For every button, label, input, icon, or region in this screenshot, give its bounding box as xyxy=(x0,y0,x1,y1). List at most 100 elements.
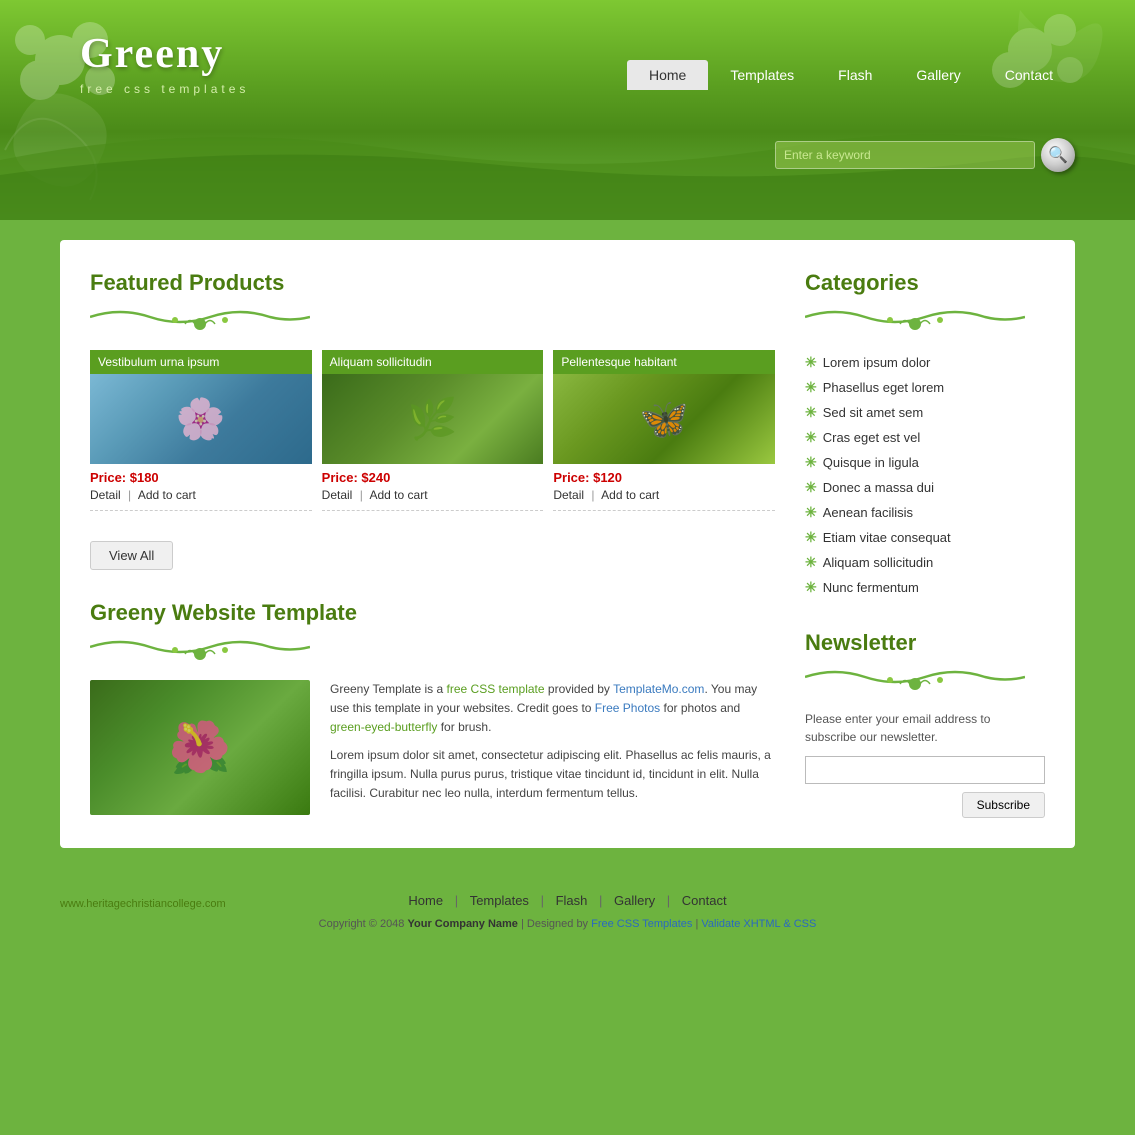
about-text: Greeny Template is a free CSS template p… xyxy=(330,680,775,815)
nav-home[interactable]: Home xyxy=(627,60,708,90)
category-item: ✳Sed sit amet sem xyxy=(805,400,1045,425)
logo-area: Greeny free css templates xyxy=(80,30,249,96)
right-column: Categories ✳Lorem ipsum dolor ✳Phasellus… xyxy=(805,270,1045,818)
featured-divider xyxy=(90,302,310,332)
category-item: ✳Nunc fermentum xyxy=(805,575,1045,600)
cat-star-icon: ✳ xyxy=(805,529,817,546)
cat-star-icon: ✳ xyxy=(805,429,817,446)
subscribe-button[interactable]: Subscribe xyxy=(962,792,1045,818)
cat-star-icon: ✳ xyxy=(805,379,817,396)
main-wrapper: Featured Products Vestibulum urna ipsu xyxy=(0,220,1135,878)
nav-gallery[interactable]: Gallery xyxy=(894,61,982,89)
product-detail-1[interactable]: Detail xyxy=(90,488,121,502)
newsletter-section: Newsletter Please enter your email addre… xyxy=(805,630,1045,818)
product-item-2: Aliquam sollicitudin Price: $240 Detail … xyxy=(322,350,544,511)
about-section: Greeny Website Template xyxy=(90,600,775,815)
search-icon: 🔍 xyxy=(1048,145,1068,165)
cat-star-icon: ✳ xyxy=(805,579,817,596)
category-item: ✳Aenean facilisis xyxy=(805,500,1045,525)
newsletter-description: Please enter your email address to subsc… xyxy=(805,710,1045,746)
product-price-1: Price: $180 xyxy=(90,470,312,485)
cat-star-icon: ✳ xyxy=(805,454,817,471)
nav-contact[interactable]: Contact xyxy=(983,61,1075,89)
category-item: ✳Phasellus eget lorem xyxy=(805,375,1045,400)
news-wave-svg xyxy=(805,662,1025,692)
separator-1: | xyxy=(128,488,131,502)
product-price-2: Price: $240 xyxy=(322,470,544,485)
footer-css-link[interactable]: Free CSS Templates xyxy=(591,918,692,930)
about-divider xyxy=(90,632,310,662)
footer-nav: Home | Templates | Flash | Gallery | Con… xyxy=(400,893,734,908)
category-item: ✳Quisque in ligula xyxy=(805,450,1045,475)
product-item-1: Vestibulum urna ipsum Price: $180 Detail… xyxy=(90,350,312,511)
cat-star-icon: ✳ xyxy=(805,554,817,571)
cat-wave-svg xyxy=(805,302,1025,332)
footer-site-url: www.heritagechristiancollege.com xyxy=(60,898,226,910)
categories-divider xyxy=(805,302,1025,332)
product-detail-2[interactable]: Detail xyxy=(322,488,353,502)
about-wave-svg xyxy=(90,632,310,662)
product-detail-3[interactable]: Detail xyxy=(553,488,584,502)
product-image-2 xyxy=(322,374,544,464)
footer-nav-templates[interactable]: Templates xyxy=(470,893,529,908)
product-price-3: Price: $120 xyxy=(553,470,775,485)
footer-validate-link[interactable]: Validate XHTML & CSS xyxy=(701,918,816,930)
cat-star-icon: ✳ xyxy=(805,354,817,371)
wave-svg xyxy=(90,302,310,332)
search-input[interactable] xyxy=(775,141,1035,169)
product-label-1: Vestibulum urna ipsum xyxy=(90,350,312,374)
separator-3: | xyxy=(591,488,594,502)
link-free-css[interactable]: free CSS template xyxy=(447,682,545,696)
product-item-3: Pellentesque habitant Price: $120 Detail… xyxy=(553,350,775,511)
product-image-1 xyxy=(90,374,312,464)
nav-flash[interactable]: Flash xyxy=(816,61,894,89)
about-content: Greeny Template is a free CSS template p… xyxy=(90,680,775,815)
category-item: ✳Cras eget est vel xyxy=(805,425,1045,450)
logo-title: Greeny xyxy=(80,30,249,78)
featured-products-section: Featured Products Vestibulum urna ipsu xyxy=(90,270,775,570)
link-free-photos[interactable]: Free Photos xyxy=(595,701,660,715)
products-grid: Vestibulum urna ipsum Price: $180 Detail… xyxy=(90,350,775,511)
view-all-button[interactable]: View All xyxy=(90,541,173,570)
search-button[interactable]: 🔍 xyxy=(1041,138,1075,172)
featured-title: Featured Products xyxy=(90,270,775,296)
about-image xyxy=(90,680,310,815)
newsletter-email-input[interactable] xyxy=(805,756,1045,784)
cat-star-icon: ✳ xyxy=(805,404,817,421)
footer-sep: | xyxy=(541,893,548,908)
cat-star-icon: ✳ xyxy=(805,479,817,496)
about-title: Greeny Website Template xyxy=(90,600,775,626)
categories-title: Categories xyxy=(805,270,1045,296)
logo-subtitle: free css templates xyxy=(80,82,249,96)
link-templatemo[interactable]: TemplateMo.com xyxy=(613,682,704,696)
link-butterfly[interactable]: green-eyed-butterfly xyxy=(330,720,437,734)
footer-sep: | xyxy=(599,893,606,908)
nav-templates[interactable]: Templates xyxy=(708,61,816,89)
categories-list: ✳Lorem ipsum dolor ✳Phasellus eget lorem… xyxy=(805,350,1045,600)
category-item: ✳Aliquam sollicitudin xyxy=(805,550,1045,575)
footer-copyright: Copyright © 2048 Your Company Name | Des… xyxy=(60,918,1075,930)
search-area: 🔍 xyxy=(775,138,1075,172)
product-cart-1[interactable]: Add to cart xyxy=(138,488,196,502)
footer-nav-contact[interactable]: Contact xyxy=(682,893,727,908)
footer-sep: | xyxy=(667,893,674,908)
category-item: ✳Lorem ipsum dolor xyxy=(805,350,1045,375)
footer: www.heritagechristiancollege.com Home | … xyxy=(0,878,1135,935)
categories-section: Categories ✳Lorem ipsum dolor ✳Phasellus… xyxy=(805,270,1045,600)
separator-2: | xyxy=(360,488,363,502)
product-label-2: Aliquam sollicitudin xyxy=(322,350,544,374)
footer-nav-home[interactable]: Home xyxy=(408,893,443,908)
content-box: Featured Products Vestibulum urna ipsu xyxy=(60,240,1075,848)
left-column: Featured Products Vestibulum urna ipsu xyxy=(90,270,775,818)
header: Greeny free css templates Home Templates… xyxy=(0,0,1135,220)
about-img-placeholder xyxy=(90,680,310,815)
product-image-3 xyxy=(553,374,775,464)
about-para-1: Greeny Template is a free CSS template p… xyxy=(330,680,775,738)
product-cart-2[interactable]: Add to cart xyxy=(370,488,428,502)
newsletter-title: Newsletter xyxy=(805,630,1045,656)
footer-nav-gallery[interactable]: Gallery xyxy=(614,893,655,908)
product-label-3: Pellentesque habitant xyxy=(553,350,775,374)
product-cart-3[interactable]: Add to cart xyxy=(601,488,659,502)
product-actions-3: Detail | Add to cart xyxy=(553,488,775,511)
footer-nav-flash[interactable]: Flash xyxy=(556,893,588,908)
